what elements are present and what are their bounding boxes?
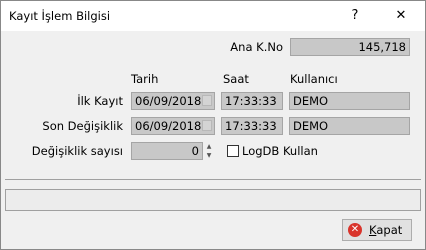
son-degisiklik-label: Son Değişiklik [42, 119, 123, 133]
ilk-kayit-date-field: 06/09/2018 [131, 92, 215, 110]
son-degisiklik-date-field: 06/09/2018 [131, 117, 215, 135]
ana-kno-field: 145,718 [290, 38, 410, 56]
change-count-spinner[interactable]: ▲ ▼ [203, 142, 215, 160]
son-degisiklik-date: 06/09/2018 [135, 119, 202, 133]
son-degisiklik-user-field: DEMO [289, 117, 410, 135]
kapat-button-label: Kapat [369, 223, 403, 237]
ana-kno-label: Ana K.No [230, 40, 283, 54]
close-window-button[interactable]: ✕ [386, 5, 416, 27]
column-header-kullanici: Kullanıcı [290, 72, 338, 86]
column-header-saat: Saat [223, 72, 249, 86]
title-bar: Kayıt İşlem Bilgisi ? ✕ [1, 1, 425, 31]
ilk-kayit-date: 06/09/2018 [135, 94, 202, 108]
separator [5, 179, 421, 180]
close-circle-icon: ✕ [348, 223, 362, 237]
ilk-kayit-label: İlk Kayıt [77, 94, 123, 108]
spin-down-icon[interactable]: ▼ [203, 151, 215, 160]
logdb-label[interactable]: LogDB Kullan [242, 144, 318, 158]
column-header-tarih: Tarih [131, 72, 159, 86]
logdb-checkbox[interactable] [227, 145, 239, 157]
window-title: Kayıt İşlem Bilgisi [9, 9, 111, 23]
degisiklik-sayisi-label: Değişiklik sayısı [31, 144, 123, 158]
calendar-icon [202, 95, 212, 106]
degisiklik-sayisi-field: 0 [131, 142, 203, 160]
ilk-kayit-user-field: DEMO [289, 92, 410, 110]
kapat-button[interactable]: ✕ Kapat [342, 219, 412, 241]
spin-up-icon[interactable]: ▲ [203, 142, 215, 151]
dialog-window: Kayıt İşlem Bilgisi ? ✕ Ana K.No 145,718… [0, 0, 426, 250]
status-bar [5, 189, 421, 211]
son-degisiklik-time-field: 17:33:33 [221, 117, 283, 135]
ilk-kayit-time-field: 17:33:33 [221, 92, 283, 110]
help-button[interactable]: ? [340, 5, 370, 27]
calendar-icon [202, 120, 212, 131]
